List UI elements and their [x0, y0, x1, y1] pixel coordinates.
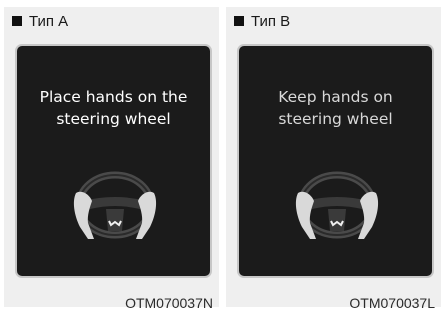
steering-wheel-with-hands-icon [73, 171, 157, 239]
panel-title-label: Тип A [29, 12, 69, 30]
square-bullet-icon [12, 16, 22, 26]
square-bullet-icon [234, 16, 244, 26]
panel-type-a: Тип A Place hands on the steering wheel … [4, 7, 219, 311]
display-message: Keep hands on steering wheel [278, 88, 393, 128]
cluster-display: Keep hands on steering wheel [237, 44, 434, 278]
image-code: OTM070037L [349, 295, 435, 311]
panel-title: Тип A [12, 11, 68, 31]
display-message: Place hands on the steering wheel [39, 88, 188, 128]
panel-title-label: Тип B [251, 12, 291, 30]
cluster-display: Place hands on the steering wheel [15, 44, 212, 278]
steering-wheel-with-hands-icon [295, 171, 379, 239]
panel-type-b: Тип B Keep hands on steering wheel OTM07… [226, 7, 441, 311]
image-code: OTM070037N [125, 295, 213, 311]
panel-title: Тип B [234, 11, 290, 31]
